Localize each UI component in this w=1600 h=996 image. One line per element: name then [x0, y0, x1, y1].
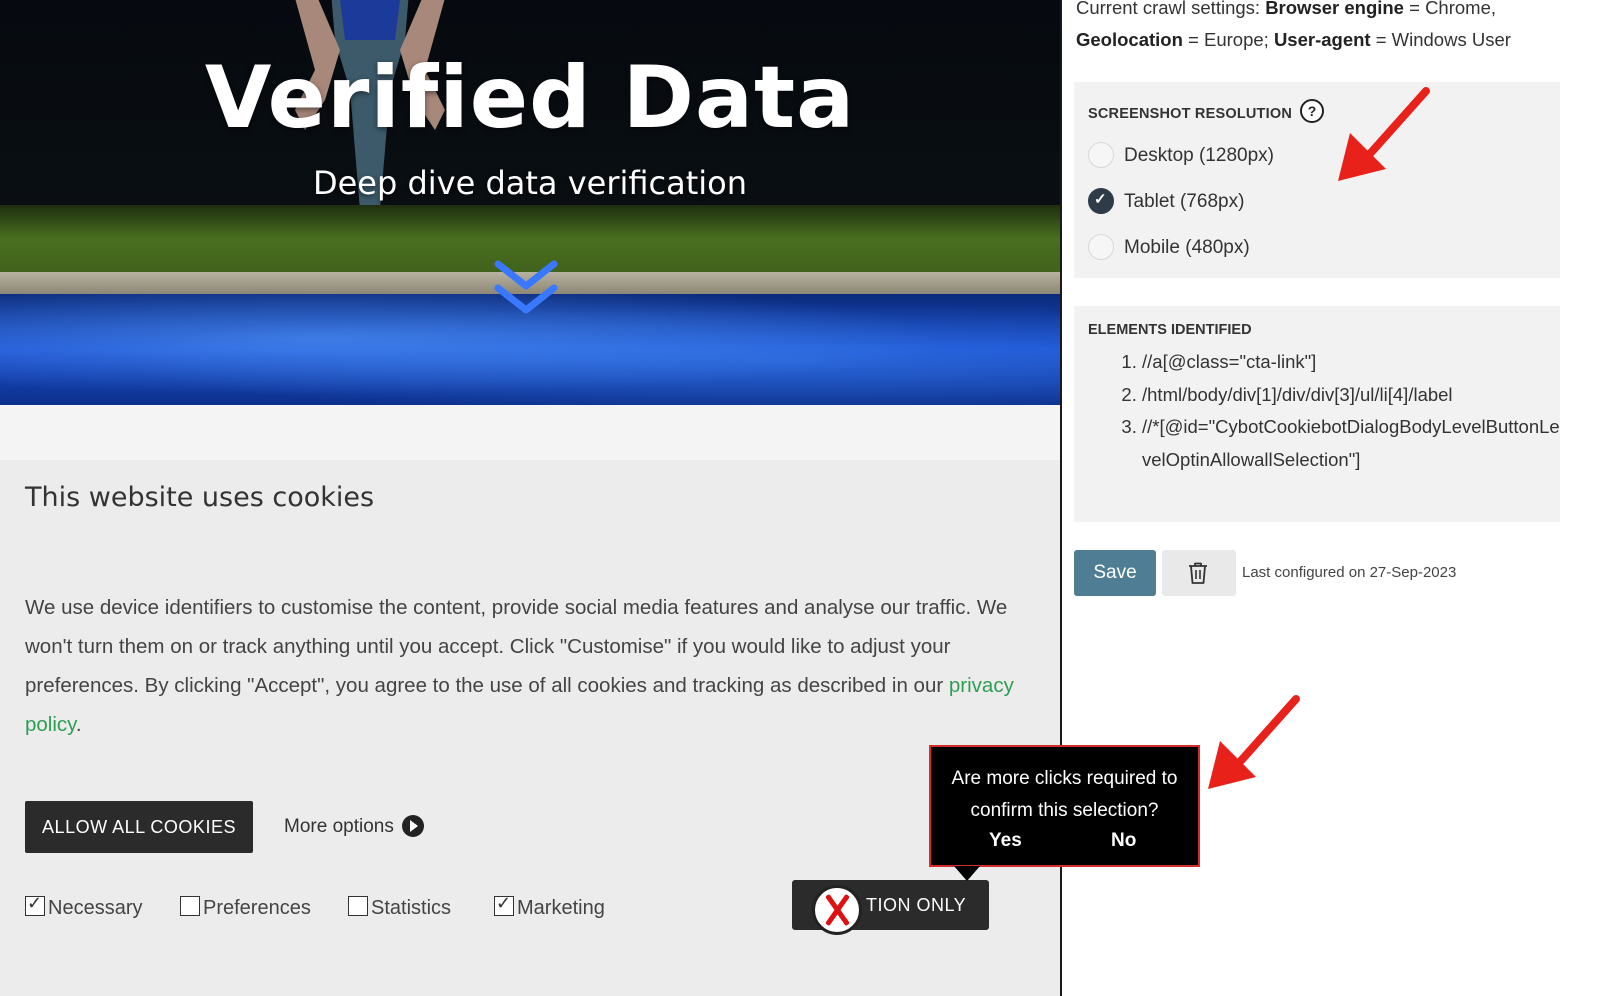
annotation-arrow-icon	[1208, 695, 1300, 789]
radio-desktop[interactable]: Desktop (1280px)	[1088, 142, 1274, 168]
cookie-dialog-title: This website uses cookies	[25, 482, 375, 513]
trash-icon	[1189, 562, 1207, 584]
checkbox-preferences[interactable]: Preferences	[180, 896, 311, 920]
radio-button[interactable]	[1088, 234, 1114, 260]
cookie-body-text: We use device identifiers to customise t…	[25, 596, 1008, 697]
elements-list: //a[@class="cta-link"] /html/body/div[1]…	[1120, 346, 1562, 476]
hero-title: Verified Data	[204, 48, 856, 148]
radio-tablet[interactable]: Tablet (768px)	[1088, 188, 1244, 214]
checkbox-label: Marketing	[517, 897, 605, 919]
cookie-body-end: .	[75, 713, 82, 736]
browser-engine-key: Browser engine	[1265, 0, 1404, 18]
radio-label: Mobile (480px)	[1124, 237, 1250, 258]
screenshot-resolution-panel: SCREENSHOT RESOLUTION ? Desktop (1280px)…	[1074, 82, 1560, 278]
more-options-link[interactable]: More options	[284, 815, 424, 838]
checkbox-box[interactable]	[494, 893, 514, 916]
chevron-down-icon[interactable]	[494, 258, 558, 322]
radio-label: Tablet (768px)	[1124, 191, 1245, 212]
hero-banner: Verified Data Deep dive data verificatio…	[0, 0, 1060, 405]
radio-button[interactable]	[1088, 188, 1114, 214]
save-button[interactable]: Save	[1074, 550, 1156, 596]
confirm-selection-tooltip: Are more clicks required to confirm this…	[929, 745, 1200, 881]
x-mark-icon	[812, 885, 862, 935]
website-preview: Verified Data Deep dive data verificatio…	[0, 0, 1060, 996]
allow-selection-label: TION ONLY	[866, 895, 967, 915]
browser-engine-value: = Chrome,	[1409, 0, 1497, 18]
last-configured-text: Last configured on 27-Sep-2023	[1242, 564, 1457, 581]
play-icon	[401, 815, 424, 837]
checkbox-necessary[interactable]: Necessary	[25, 893, 143, 920]
checkbox-marketing[interactable]: Marketing	[494, 893, 605, 920]
radio-mobile[interactable]: Mobile (480px)	[1088, 234, 1250, 260]
list-item: //a[@class="cta-link"]	[1142, 346, 1562, 379]
geolocation-key: Geolocation	[1076, 29, 1183, 50]
crawl-prefix: Current crawl settings:	[1076, 0, 1261, 18]
resolution-heading: SCREENSHOT RESOLUTION	[1088, 106, 1292, 122]
tooltip-no-button[interactable]: No	[1111, 830, 1136, 852]
hero-subtitle: Deep dive data verification	[312, 164, 748, 202]
geolocation-value: = Europe;	[1188, 29, 1269, 50]
checkbox-box[interactable]	[180, 896, 200, 916]
tooltip-yes-button[interactable]: Yes	[989, 830, 1022, 852]
crawl-settings-text: Current crawl settings: Browser engine =…	[1076, 0, 1556, 56]
checkbox-box[interactable]	[348, 896, 368, 916]
checkbox-label: Statistics	[371, 897, 452, 919]
help-icon[interactable]: ?	[1300, 99, 1324, 123]
list-item: //*[@id="CybotCookiebotDialogBodyLevelBu…	[1142, 411, 1562, 476]
radio-label: Desktop (1280px)	[1124, 145, 1274, 166]
checkbox-label: Preferences	[203, 897, 311, 919]
more-options-label: More options	[284, 816, 394, 837]
cookie-dialog-text: We use device identifiers to customise t…	[25, 588, 1025, 744]
delete-button[interactable]	[1162, 550, 1236, 596]
radio-button[interactable]	[1088, 142, 1114, 168]
checkbox-statistics[interactable]: Statistics	[348, 896, 451, 920]
user-agent-key: User-agent	[1273, 29, 1371, 50]
checkbox-label: Necessary	[48, 897, 143, 919]
cookie-dialog: This website uses cookies We use device …	[0, 460, 1060, 996]
list-item: /html/body/div[1]/div/div[3]/ul/li[4]/la…	[1142, 379, 1562, 412]
tooltip-question: Are more clicks required to confirm this…	[951, 768, 1178, 821]
elements-identified-panel: ELEMENTS IDENTIFIED //a[@class="cta-link…	[1074, 306, 1560, 522]
allow-all-cookies-button[interactable]: ALLOW ALL COOKIES	[25, 801, 253, 853]
checkbox-box[interactable]	[25, 893, 45, 916]
elements-heading: ELEMENTS IDENTIFIED	[1088, 322, 1252, 338]
annotation-arrow-icon	[1338, 87, 1430, 181]
user-agent-value: = Windows User	[1375, 29, 1511, 50]
spacer-band	[0, 405, 1060, 460]
